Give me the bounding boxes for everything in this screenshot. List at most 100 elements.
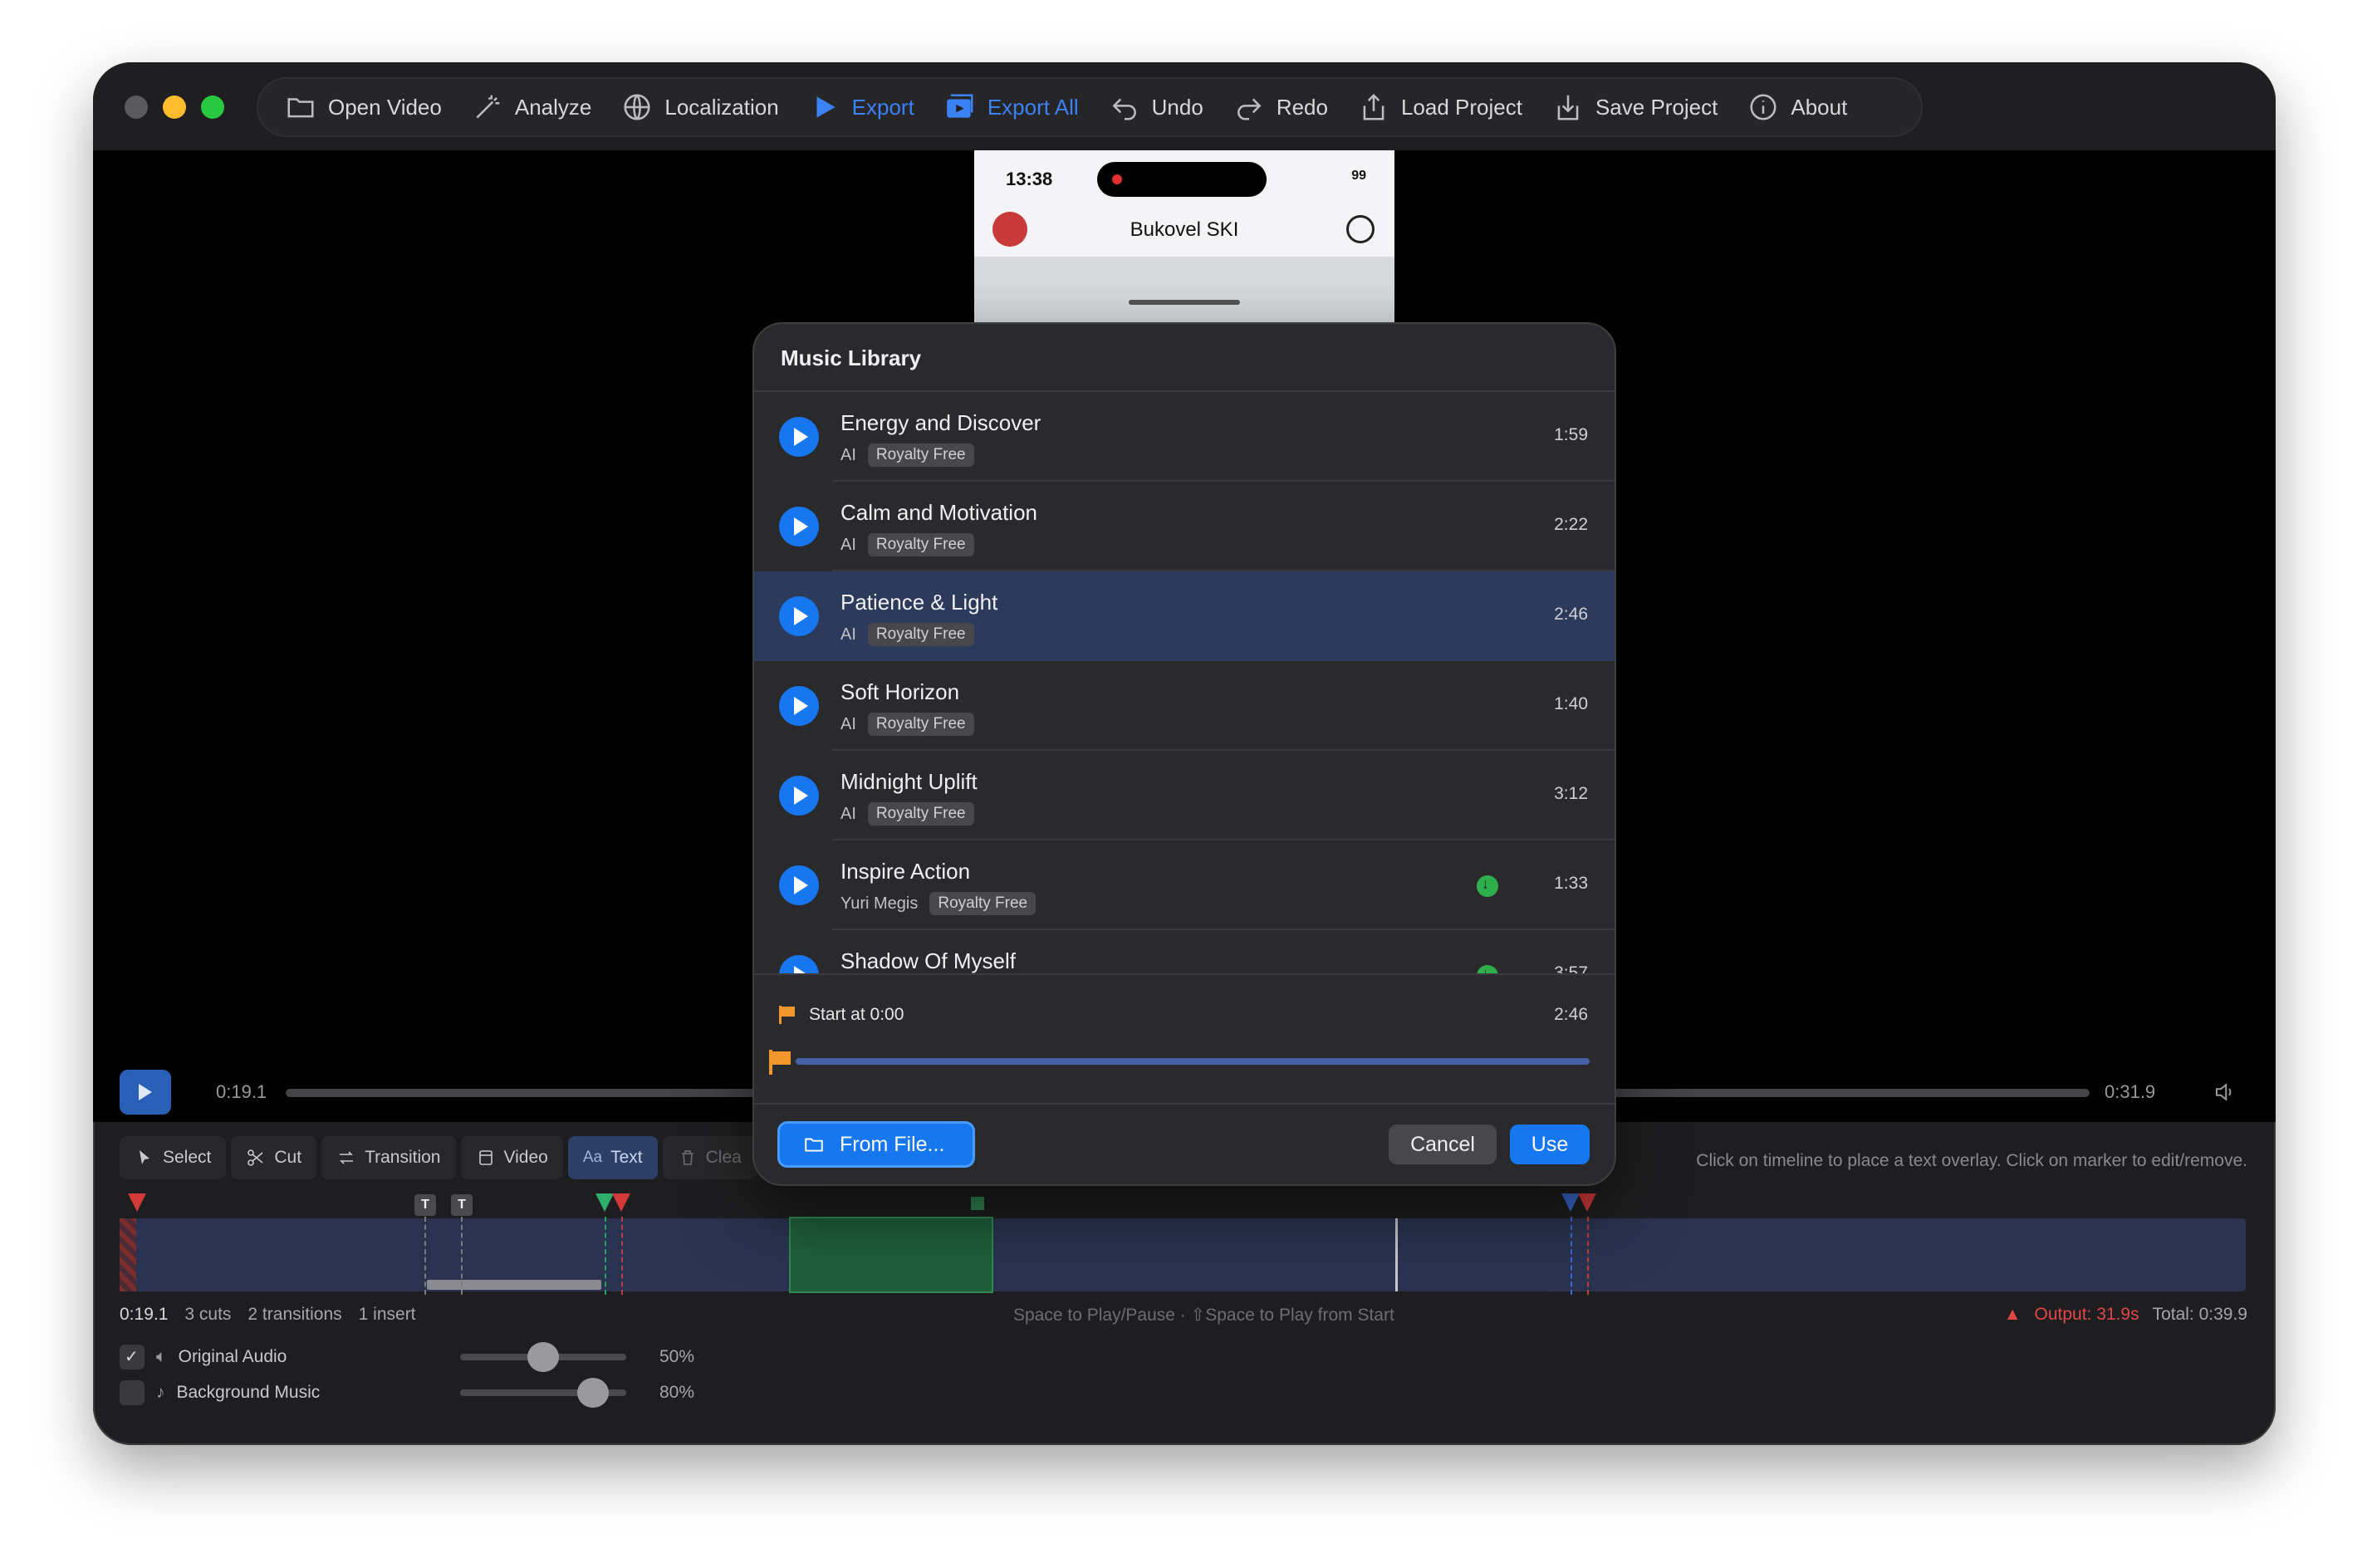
play-track-button[interactable] [779, 596, 819, 636]
track-artist: AI [840, 714, 856, 733]
inserted-clip[interactable] [789, 1217, 993, 1293]
flag-icon [779, 1006, 796, 1024]
play-track-button[interactable] [779, 686, 819, 726]
cut-tool[interactable]: Cut [231, 1136, 317, 1179]
analyze-button[interactable]: Analyze [457, 82, 607, 132]
save-project-button[interactable]: Save Project [1537, 82, 1732, 132]
track-item[interactable]: Calm and Motivation AI Royalty Free 2:22 [754, 482, 1615, 571]
background-music-row: ♪ Background Music 80% [120, 1378, 694, 1408]
select-tool[interactable]: Select [120, 1136, 227, 1179]
text-overlay-marker[interactable]: T [414, 1194, 436, 1216]
track-meta: AI Royalty Free [840, 802, 974, 826]
play-track-button[interactable] [779, 955, 819, 973]
export-all-button[interactable]: Export All [929, 82, 1094, 132]
text-aa-icon: Aa [582, 1149, 603, 1166]
speaker-small-icon: 🔈︎ [156, 1347, 167, 1366]
play-track-button[interactable] [779, 865, 819, 905]
background-music-checkbox[interactable] [120, 1380, 145, 1405]
background-music-slider[interactable] [460, 1378, 626, 1408]
track-list[interactable]: Energy and Discover AI Royalty Free 1:59… [754, 392, 1615, 973]
stacked-play-icon [946, 94, 973, 118]
license-badge: Royalty Free [867, 443, 974, 467]
use-button[interactable]: Use [1510, 1125, 1590, 1164]
track-item[interactable]: Inspire Action Yuri Megis Royalty Free 1… [754, 840, 1615, 930]
menu-icon [1346, 215, 1375, 243]
video-tool[interactable]: Video [460, 1136, 563, 1179]
transition-tool[interactable]: Transition [321, 1136, 456, 1179]
open-video-button[interactable]: Open Video [270, 82, 457, 132]
original-audio-label: Original Audio [178, 1347, 287, 1366]
about-button[interactable]: About [1732, 82, 1862, 132]
text-overlay-bar[interactable] [427, 1280, 601, 1290]
close-window-button[interactable] [125, 96, 148, 119]
slider-knob[interactable] [577, 1378, 609, 1408]
track-item[interactable]: Soft Horizon AI Royalty Free 1:40 [754, 661, 1615, 751]
phone-app-title: Bukovel SKI [1130, 218, 1239, 241]
phone-frame-preview: 13:38 99 Bukovel SKI [974, 150, 1394, 323]
cut-tool-label: Cut [274, 1148, 302, 1167]
load-project-button[interactable]: Load Project [1343, 82, 1537, 132]
play-button[interactable] [120, 1070, 171, 1115]
film-icon [478, 1150, 493, 1165]
clear-tool[interactable]: Clea [662, 1136, 757, 1179]
start-flag-handle[interactable] [769, 1050, 791, 1075]
text-overlay-marker[interactable]: T [451, 1194, 473, 1216]
play-track-button[interactable] [779, 417, 819, 457]
map-preview [974, 257, 1394, 323]
cut-marker[interactable] [128, 1193, 146, 1212]
stats-cuts: 3 cuts [184, 1305, 232, 1324]
original-audio-slider[interactable] [460, 1342, 626, 1372]
play-track-button[interactable] [779, 507, 819, 546]
play-triangle-icon [816, 96, 836, 118]
scissors-icon [247, 1149, 263, 1166]
music-library-dialog: Music Library Energy and Discover AI Roy… [752, 322, 1616, 1186]
from-file-button[interactable]: From File... [777, 1121, 975, 1168]
play-icon [139, 1084, 152, 1100]
track-item[interactable]: Energy and Discover AI Royalty Free 1:59 [754, 392, 1615, 482]
track-meta: AI Royalty Free [840, 713, 974, 736]
timeline-stats: 0:19.1 3 cuts 2 transitions 1 insert [120, 1305, 416, 1325]
clear-tool-label: Clea [705, 1148, 742, 1167]
track-artist: AI [840, 625, 856, 644]
transition-marker[interactable] [595, 1193, 614, 1212]
dialog-title: Music Library [781, 345, 922, 370]
maximize-window-button[interactable] [201, 96, 224, 119]
transition-tool-label: Transition [365, 1148, 441, 1167]
track-item[interactable]: Shadow Of Myself 3:57 [754, 930, 1615, 973]
export-button[interactable]: Export [794, 82, 929, 132]
track-name: Inspire Action [840, 859, 971, 884]
text-tool[interactable]: Aa Text [567, 1136, 658, 1179]
track-item-selected[interactable]: Patience & Light AI Royalty Free 2:46 [754, 571, 1615, 661]
cancel-button[interactable]: Cancel [1389, 1125, 1497, 1164]
end-time: 0:31.9 [2105, 1081, 2156, 1102]
cut-marker[interactable] [612, 1193, 630, 1212]
trash-icon [681, 1150, 693, 1165]
track-duration: 1:33 [1554, 874, 1588, 893]
save-down-icon [1557, 95, 1579, 120]
speaker-icon[interactable] [2213, 1080, 2237, 1105]
start-position-slider[interactable] [796, 1058, 1590, 1065]
transition-marker[interactable] [1561, 1193, 1580, 1212]
playhead[interactable] [1395, 1218, 1398, 1291]
slider-knob[interactable] [527, 1342, 559, 1372]
stats-time: 0:19.1 [120, 1305, 169, 1324]
undo-button[interactable]: Undo [1094, 82, 1218, 132]
insert-marker[interactable] [971, 1197, 984, 1210]
timeline-track[interactable] [120, 1217, 2246, 1293]
redo-button[interactable]: Redo [1218, 82, 1343, 132]
play-track-button[interactable] [779, 776, 819, 816]
redo-label: Redo [1276, 94, 1328, 120]
start-position-row: Start at 0:00 [779, 1005, 904, 1025]
info-icon [1750, 94, 1776, 120]
selected-track-duration: 2:46 [1554, 1005, 1588, 1024]
edit-tools: Select Cut Transition Video Aa Text Clea [120, 1136, 757, 1183]
cut-marker[interactable] [1578, 1193, 1596, 1212]
original-audio-checkbox[interactable] [120, 1345, 145, 1370]
track-name: Midnight Uplift [840, 769, 978, 794]
track-item[interactable]: Midnight Uplift AI Royalty Free 3:12 [754, 751, 1615, 840]
track-duration: 2:46 [1554, 605, 1588, 624]
localization-button[interactable]: Localization [606, 82, 793, 132]
minimize-window-button[interactable] [163, 96, 186, 119]
export-label: Export [851, 94, 914, 120]
license-badge: Royalty Free [929, 892, 1036, 915]
